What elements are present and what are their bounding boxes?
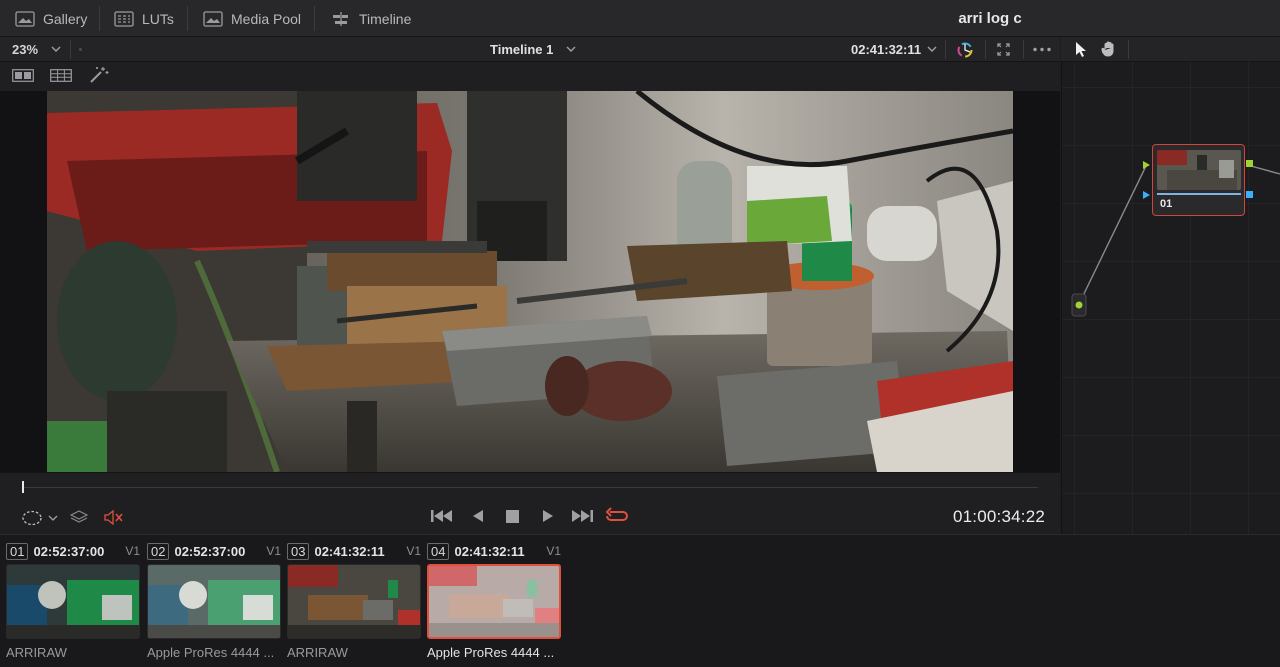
loop-icon[interactable] [605,507,629,525]
separator-dot [79,48,82,51]
clip-timecode: 02:41:32:11 [454,543,525,559]
project-title: arri log c [958,10,1022,27]
node-thumbnail [1157,150,1241,190]
source-timecode[interactable]: 02:41:32:11 [851,37,921,62]
gallery-button[interactable]: Gallery [15,0,87,37]
clip-thumbnail[interactable] [6,564,140,639]
clips-strip: 01 02:52:37:00 V1 ARRIRAW 02 02:52:37:00… [0,534,1280,667]
media-pool-button[interactable]: Media Pool [203,0,301,37]
layers-icon[interactable] [70,510,88,524]
clip-02[interactable]: 02 02:52:37:00 V1 Apple ProRes 4444 ... [147,542,281,660]
workshop-frame-image [47,91,1013,472]
pointer-icon[interactable] [1074,41,1088,58]
clip-timecode: 02:52:37:00 [33,543,105,559]
clip-track: V1 [266,544,281,558]
chevron-down-icon[interactable] [50,43,62,55]
fullscreen-icon[interactable] [996,42,1011,57]
viewer-panel [0,91,1060,472]
color-node-01[interactable]: 01 [1152,144,1245,216]
clip-number: 02 [147,542,170,560]
gallery-label: Gallery [43,10,88,27]
go-to-last-frame-icon[interactable] [571,509,593,523]
clip-thumbnail[interactable] [287,564,421,639]
node-label: 01 [1160,198,1173,210]
chevron-down-icon[interactable] [926,43,938,55]
previous-frame-icon[interactable] [472,509,484,523]
media-pool-label: Media Pool [231,10,302,27]
clip-name: ARRIRAW [287,645,348,660]
node-status-bar [1157,193,1241,195]
clip-track: V1 [125,544,140,558]
chevron-down-icon[interactable] [565,43,577,55]
clip-header: 02 02:52:37:00 V1 [147,542,281,560]
node-input-ports[interactable] [1141,160,1153,200]
clip-header: 04 02:41:32:11 V1 [427,542,561,560]
clip-name: ARRIRAW [6,645,67,660]
clip-04[interactable]: 04 02:41:32:11 V1 Apple ProRes 4444 ... [427,542,561,660]
luts-button[interactable]: LUTs [114,0,174,37]
clip-name: Apple ProRes 4444 ... [427,645,555,660]
node-editor-header [1061,37,1280,62]
grid-view-icon[interactable] [50,69,72,82]
color-wheel-icon[interactable] [955,40,975,60]
luts-icon [114,10,134,27]
clip-timecode: 02:52:37:00 [174,543,246,559]
magic-wand-icon[interactable] [88,66,110,84]
timeline-label: Timeline [359,10,412,27]
mute-icon[interactable] [104,510,124,525]
clip-name: Apple ProRes 4444 ... [147,645,275,660]
clip-01[interactable]: 01 02:52:37:00 V1 ARRIRAW [6,542,140,660]
clip-thumbnail[interactable] [427,564,561,639]
go-to-first-frame-icon[interactable] [431,509,453,523]
gallery-icon [15,10,35,27]
timeline-icon [333,11,348,26]
clip-number: 03 [287,542,310,560]
node-output-ports[interactable] [1245,159,1255,201]
zoom-level[interactable]: 23% [12,37,38,62]
scrubber-track[interactable] [22,487,1038,488]
timeline-selector[interactable]: Timeline 1 [490,37,553,62]
media-pool-icon [203,10,223,27]
clip-track: V1 [546,544,561,558]
clip-header: 01 02:52:37:00 V1 [6,542,140,560]
clip-track: V1 [406,544,421,558]
top-toolbar: Gallery LUTs Media Pool Timeline arri lo… [0,0,1280,37]
node-connections [1071,165,1280,317]
viewer-header: 23% Timeline 1 02:41:32:11 [0,37,1060,62]
clip-number: 01 [6,542,29,560]
clip-timecode: 02:41:32:11 [314,543,385,559]
record-timecode: 01:00:34:22 [953,507,1046,526]
video-frame[interactable] [47,91,1013,472]
hand-icon[interactable] [1100,40,1118,58]
transport-controls: 01:00:34:22 [0,472,1060,534]
more-options-icon[interactable] [1032,47,1052,52]
stop-icon[interactable] [506,510,519,523]
clip-number: 04 [427,542,450,560]
selection-mode-icon[interactable] [21,510,59,526]
clip-header: 03 02:41:32:11 V1 [287,542,421,560]
playhead[interactable] [22,481,24,493]
luts-label: LUTs [142,10,174,27]
clip-03[interactable]: 03 02:41:32:11 V1 ARRIRAW [287,542,421,660]
play-icon[interactable] [542,509,554,523]
viewer-tool-row [0,62,1060,91]
clip-thumbnail[interactable] [147,564,281,639]
timeline-button[interactable]: Timeline [331,0,411,37]
split-screen-icon[interactable] [12,69,34,82]
